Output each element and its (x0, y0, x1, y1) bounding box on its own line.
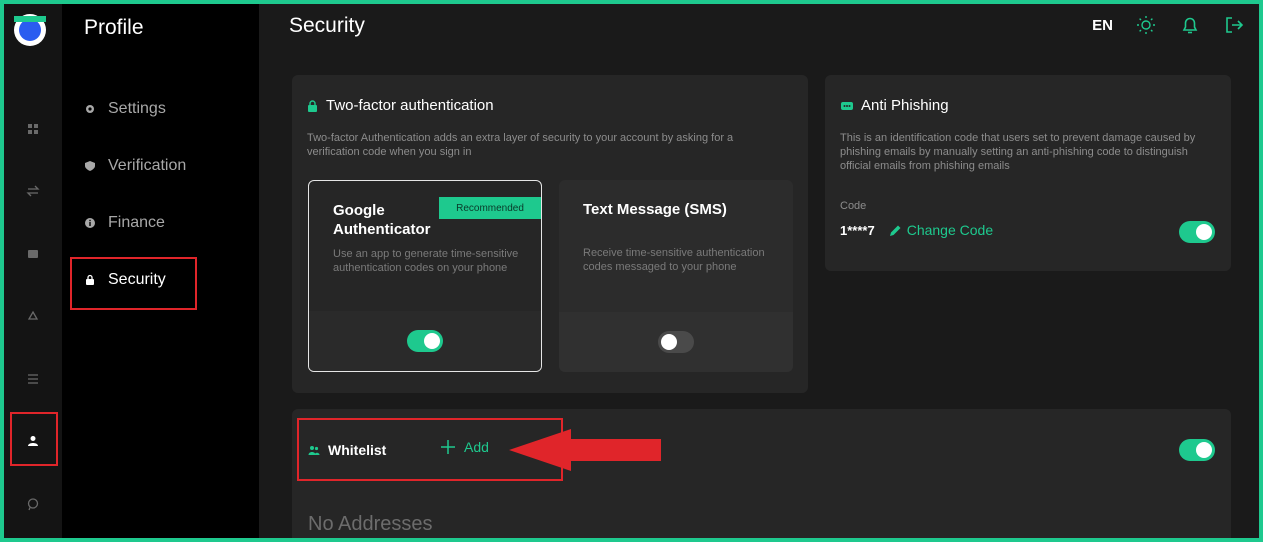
sidebar-item-finance[interactable]: Finance (84, 211, 165, 235)
page-title: Security (289, 14, 365, 37)
code-row: 1****7 Change Code (840, 222, 993, 238)
password-icon (841, 101, 853, 110)
anti-phishing-toggle[interactable] (1179, 221, 1215, 243)
shield-icon (85, 161, 95, 171)
sun-icon[interactable] (1135, 14, 1157, 36)
change-code-link[interactable]: Change Code (889, 222, 993, 238)
whitelist-toggle[interactable] (1179, 439, 1215, 461)
option-google-authenticator[interactable]: Google Authenticator Recommended Use an … (308, 180, 542, 372)
anti-phishing-description: This is an identification code that user… (840, 132, 1196, 172)
code-label: Code (840, 200, 867, 212)
google-authenticator-toggle[interactable] (407, 330, 443, 352)
main-content: Security EN Two-factor authentication Tw… (259, 4, 1259, 538)
option-title: Text Message (SMS) (583, 201, 727, 218)
sidebar-item-verification[interactable]: Verification (84, 154, 186, 178)
info-icon (85, 218, 95, 228)
code-value: 1****7 (840, 222, 875, 238)
transfer-icon[interactable] (4, 176, 62, 206)
recycle-icon[interactable] (4, 302, 62, 332)
sidebar-item-label: Settings (108, 100, 166, 117)
grid-icon[interactable] (4, 114, 62, 144)
two-factor-description: Two-factor Authentication adds an extra … (307, 132, 734, 158)
language-selector[interactable]: EN (1092, 17, 1113, 34)
chat-icon[interactable] (4, 489, 62, 519)
lock-icon (308, 99, 317, 112)
pencil-icon (889, 225, 901, 236)
app-window: Profile Settings Verification Finance Se… (0, 0, 1263, 542)
option-description: Receive time-sensitive authentication co… (583, 247, 765, 273)
option-footer (559, 312, 793, 372)
icon-rail (4, 4, 62, 538)
option-description: Use an app to generate time-sensitive au… (333, 248, 519, 274)
top-bar: EN (1092, 14, 1245, 36)
recommended-badge: Recommended (439, 197, 541, 219)
empty-state-text: No Addresses (308, 513, 433, 535)
change-code-label: Change Code (906, 222, 994, 238)
two-factor-title: Two-factor authentication (326, 97, 494, 114)
logo-icon[interactable] (10, 8, 50, 48)
two-factor-card: Two-factor authentication Two-factor Aut… (292, 75, 808, 393)
sidebar-item-label: Verification (108, 157, 187, 174)
option-text-message[interactable]: Text Message (SMS) Receive time-sensitiv… (559, 180, 793, 372)
highlight-box-security (70, 257, 197, 310)
anti-phishing-header: Anti Phishing (841, 97, 949, 114)
sidebar-title: Profile (84, 16, 144, 39)
option-footer (309, 311, 541, 371)
wallet-icon[interactable] (4, 239, 62, 269)
list-icon[interactable] (4, 364, 62, 394)
bell-icon[interactable] (1179, 14, 1201, 36)
two-factor-header: Two-factor authentication (307, 97, 494, 114)
highlight-box-profile-icon (10, 412, 58, 466)
sidebar-item-label: Finance (108, 214, 165, 231)
anti-phishing-title: Anti Phishing (861, 97, 949, 114)
profile-sidebar: Profile Settings Verification Finance Se… (62, 4, 259, 538)
sms-toggle[interactable] (658, 331, 694, 353)
logout-icon[interactable] (1223, 14, 1245, 36)
gear-icon (86, 105, 94, 113)
arrow-icon (509, 429, 661, 471)
sidebar-item-settings[interactable]: Settings (84, 97, 166, 121)
anti-phishing-card: Anti Phishing This is an identification … (825, 75, 1231, 271)
